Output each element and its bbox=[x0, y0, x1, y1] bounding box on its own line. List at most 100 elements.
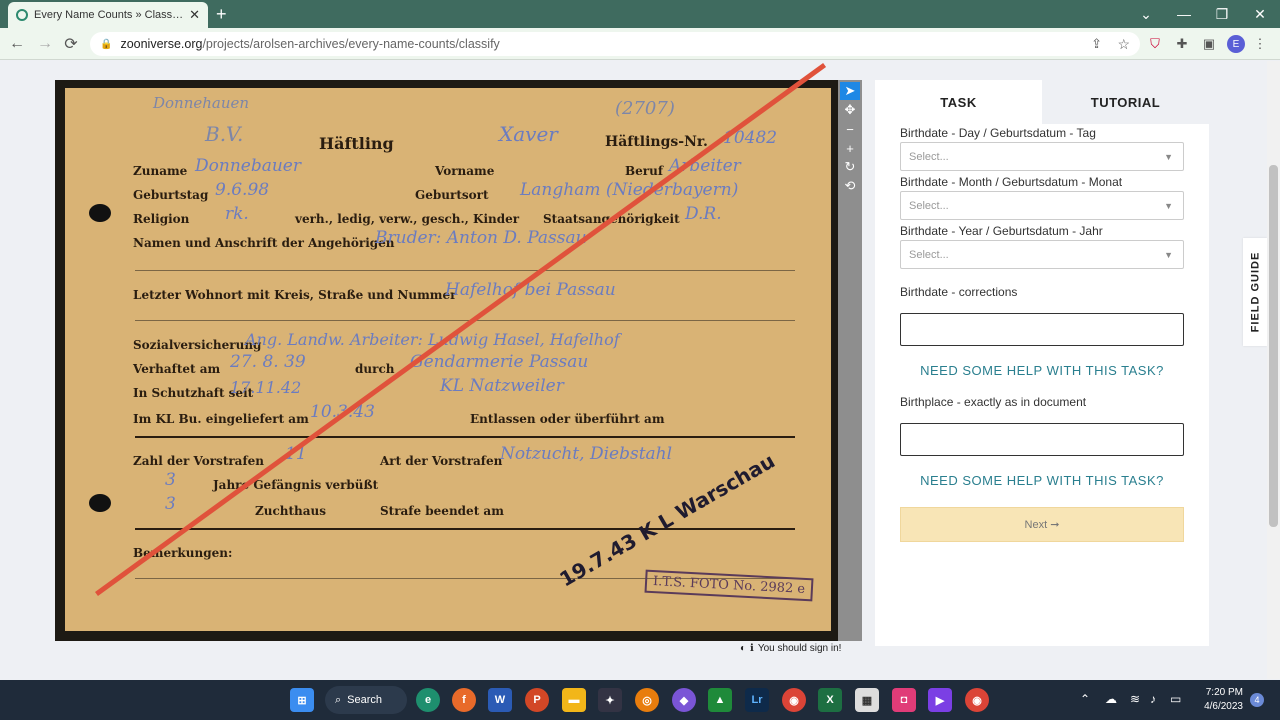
card-sozial-label: Sozialversicherung bbox=[133, 338, 262, 352]
card-geburtstag-label: Geburtstag bbox=[133, 188, 209, 202]
card-verhaftet-value: 27. 8. 39 bbox=[230, 352, 306, 372]
url-path: /projects/arolsen-archives/every-name-co… bbox=[202, 37, 500, 51]
card-angehoerige-value: Bruder: Anton D. Passau bbox=[375, 228, 587, 248]
card-schutzhaft-value: 17.11.42 bbox=[230, 378, 302, 397]
address-bar-row: ← → ⟳ 🔒 zooniverse.org/projects/arolsen-… bbox=[0, 28, 1280, 60]
wifi-icon[interactable]: ≋ bbox=[1130, 692, 1140, 706]
photo-app-icon[interactable]: ▦ bbox=[855, 688, 879, 712]
its-foto-stamp: I.T.S. FOTO No. 2982 e bbox=[644, 569, 814, 602]
birthdate-year-select[interactable]: Select... ▼ bbox=[900, 240, 1184, 269]
zoom-out-icon[interactable]: − bbox=[840, 120, 860, 138]
birthdate-year-label: Birthdate - Year / Geburtsdatum - Jahr bbox=[900, 224, 1103, 238]
reset-icon[interactable]: ⟲ bbox=[840, 177, 860, 195]
birthplace-field[interactable] bbox=[900, 423, 1184, 456]
taskbar-search[interactable]: ⌕ Search bbox=[325, 686, 407, 714]
back-button[interactable]: ← bbox=[6, 33, 28, 55]
card-zuchthaus-value: 3 bbox=[165, 494, 176, 514]
extension-shield-icon[interactable]: ⛉ bbox=[1147, 36, 1163, 52]
tab-tutorial[interactable]: TUTORIAL bbox=[1042, 80, 1209, 124]
excel-icon[interactable]: X bbox=[818, 688, 842, 712]
forward-button[interactable]: → bbox=[34, 33, 56, 55]
contrast-icon[interactable]: ◐ bbox=[740, 643, 746, 654]
birthdate-corrections-field[interactable] bbox=[900, 313, 1184, 346]
chevron-down-icon: ▼ bbox=[1164, 200, 1173, 211]
url-field[interactable]: 🔒 zooniverse.org/projects/arolsen-archiv… bbox=[90, 32, 1140, 56]
task-panel: TASK TUTORIAL Birthdate - Day / Geburtsd… bbox=[875, 80, 1209, 646]
zoom-in-icon[interactable]: + bbox=[840, 139, 860, 157]
battery-icon[interactable]: ▭ bbox=[1170, 692, 1181, 706]
menu-kebab-icon[interactable]: ⋮ bbox=[1252, 36, 1268, 52]
birthdate-year-placeholder: Select... bbox=[909, 248, 949, 261]
gimp-icon[interactable]: ✦ bbox=[598, 688, 622, 712]
minimize-button[interactable]: — bbox=[1166, 0, 1202, 28]
sidebar-toggle-icon[interactable]: ▣ bbox=[1201, 36, 1217, 52]
extensions-puzzle-icon[interactable]: ✚ bbox=[1174, 36, 1190, 52]
instagram-icon[interactable]: ◘ bbox=[892, 688, 916, 712]
powerpoint-icon[interactable]: P bbox=[525, 688, 549, 712]
card-header-left: Donnehauen bbox=[153, 94, 250, 112]
birthdate-day-select[interactable]: Select... ▼ bbox=[900, 142, 1184, 171]
rotate-icon[interactable]: ↻ bbox=[840, 158, 860, 176]
url-domain: zooniverse.org bbox=[120, 37, 203, 51]
help-link-2[interactable]: NEED SOME HELP WITH THIS TASK? bbox=[900, 473, 1184, 488]
tab-task[interactable]: TASK bbox=[875, 80, 1042, 124]
card-zuname-value: Donnebauer bbox=[195, 156, 301, 176]
page-scrollbar[interactable] bbox=[1267, 61, 1280, 679]
card-zuname-label: Zuname bbox=[133, 164, 188, 178]
lock-icon: 🔒 bbox=[100, 38, 113, 50]
taskbar-search-label: Search bbox=[347, 694, 383, 706]
card-geburtsort-value: Langham (Niederbayern) bbox=[520, 180, 739, 200]
clipchamp-icon[interactable]: ▶ bbox=[928, 688, 952, 712]
browser-tab[interactable]: Every Name Counts » Classify — ✕ bbox=[8, 2, 208, 28]
card-verhaftet-label: Verhaftet am bbox=[133, 362, 221, 376]
help-link-1[interactable]: NEED SOME HELP WITH THIS TASK? bbox=[900, 363, 1184, 378]
edge-icon[interactable]: e bbox=[416, 688, 440, 712]
green-app-icon[interactable]: ▲ bbox=[708, 688, 732, 712]
tab-search-chevron-icon[interactable]: ⌄ bbox=[1128, 0, 1164, 28]
scrollbar-thumb[interactable] bbox=[1269, 165, 1278, 527]
chrome-active-icon[interactable]: ◉ bbox=[965, 688, 989, 712]
prisoner-card-image: Donnehauen B.V. Häftling Xaver (2707) Hä… bbox=[65, 62, 831, 631]
next-button[interactable]: Next ➞ bbox=[900, 507, 1184, 542]
close-tab-icon[interactable]: ✕ bbox=[189, 7, 200, 23]
card-vorname-label: Vorname bbox=[435, 164, 495, 178]
birthdate-day-label: Birthdate - Day / Geburtsdatum - Tag bbox=[900, 126, 1096, 140]
clock-time: 7:20 PM bbox=[1205, 687, 1243, 698]
panel-tabs: TASK TUTORIAL bbox=[875, 80, 1209, 124]
file-explorer-icon[interactable]: ▬ bbox=[562, 688, 586, 712]
move-icon[interactable]: ✥ bbox=[840, 101, 860, 119]
info-icon[interactable]: ℹ bbox=[750, 643, 754, 654]
field-guide-button[interactable]: FIELD GUIDE bbox=[1243, 238, 1267, 346]
card-religion-label: Religion bbox=[133, 212, 190, 226]
blender-icon[interactable]: ◎ bbox=[635, 688, 659, 712]
card-geburtsort-label: Geburtsort bbox=[415, 188, 489, 202]
bookmark-star-icon[interactable]: ☆ bbox=[1117, 36, 1130, 53]
card-number-top: (2707) bbox=[615, 98, 675, 119]
drop-app-icon[interactable]: ◆ bbox=[672, 688, 696, 712]
reload-button[interactable]: ⟳ bbox=[60, 33, 82, 55]
clock-date: 4/6/2023 bbox=[1204, 701, 1243, 712]
chrome-icon[interactable]: ◉ bbox=[782, 688, 806, 712]
taskbar-clock[interactable]: 7:20 PM 4/6/2023 bbox=[1195, 686, 1243, 714]
lightroom-icon[interactable]: Lr bbox=[745, 688, 769, 712]
signin-note: ◐ ℹ You should sign in! bbox=[740, 643, 841, 654]
card-zuchthaus-label: Zuchthaus bbox=[255, 504, 327, 518]
new-tab-button[interactable]: + bbox=[216, 4, 227, 24]
close-window-button[interactable]: ✕ bbox=[1242, 0, 1278, 28]
chevron-down-icon: ▼ bbox=[1164, 249, 1173, 260]
tray-chevron-icon[interactable]: ⌃ bbox=[1080, 692, 1090, 706]
word-icon[interactable]: W bbox=[488, 688, 512, 712]
field-guide-label: FIELD GUIDE bbox=[1249, 251, 1262, 333]
onedrive-icon[interactable]: ☁ bbox=[1105, 692, 1117, 706]
card-bv: B.V. bbox=[205, 122, 244, 146]
notification-badge[interactable]: 4 bbox=[1250, 693, 1264, 707]
maximize-button[interactable]: ❐ bbox=[1204, 0, 1240, 28]
birthdate-month-select[interactable]: Select... ▼ bbox=[900, 191, 1184, 220]
share-icon[interactable]: ⇪ bbox=[1091, 36, 1102, 52]
subject-viewer[interactable]: Donnehauen B.V. Häftling Xaver (2707) Hä… bbox=[55, 62, 838, 641]
profile-avatar[interactable]: E bbox=[1227, 35, 1245, 53]
firefox-icon[interactable]: f bbox=[452, 688, 476, 712]
volume-icon[interactable]: ♪ bbox=[1150, 692, 1156, 706]
pointer-icon[interactable]: ➤ bbox=[840, 82, 860, 100]
windows-start-icon[interactable]: ⊞ bbox=[290, 688, 314, 712]
